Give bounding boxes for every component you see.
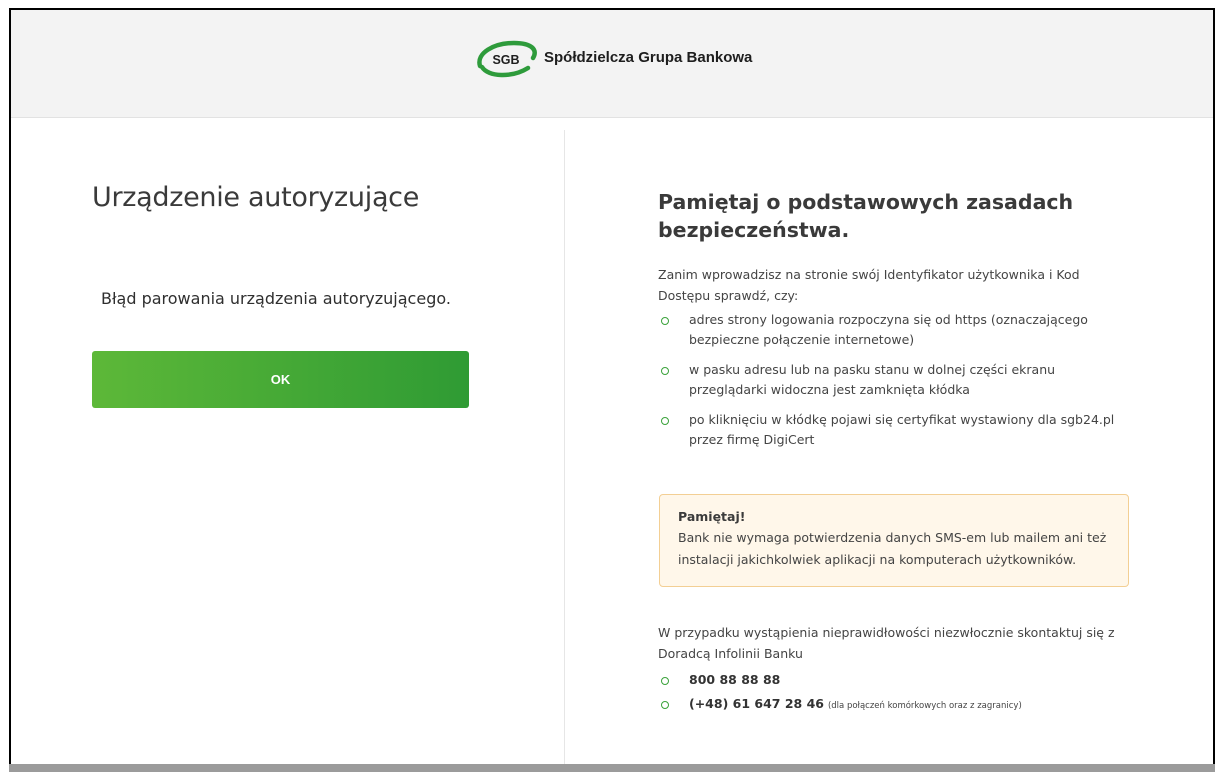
- notice-body: Bank nie wymaga potwierdzenia danych SMS…: [678, 530, 1107, 567]
- logo-abbr: SGB: [492, 53, 519, 67]
- contact-text: W przypadku wystąpienia nieprawidłowości…: [658, 625, 1115, 661]
- ok-button[interactable]: OK: [92, 351, 469, 408]
- brand-name: Spółdzielcza Grupa Bankowa: [544, 48, 753, 66]
- phone-item: 800 88 88 88: [658, 670, 1128, 689]
- page-title: Urządzenie autoryzujące: [92, 182, 420, 213]
- list-item-text: w pasku adresu lub na pasku stanu w doln…: [689, 362, 1056, 397]
- circle-bullet-icon: [661, 317, 669, 325]
- error-message: Błąd parowania urządzenia autoryzującego…: [101, 289, 451, 308]
- security-title: Pamiętaj o podstawowych zasadach bezpiec…: [658, 190, 1074, 242]
- bottom-bar: [9, 764, 1215, 772]
- list-item: adres strony logowania rozpoczyna się od…: [658, 310, 1118, 350]
- phone-list: 800 88 88 88 (+48) 61 647 28 46 (dla poł…: [658, 670, 1128, 716]
- list-item-text: adres strony logowania rozpoczyna się od…: [689, 312, 1088, 347]
- sgb-logo[interactable]: SGB Spółdzielcza Grupa Bankowa: [474, 37, 752, 81]
- security-intro: Zanim wprowadzisz na stronie swój Identy…: [658, 267, 1080, 303]
- list-item: po kliknięciu w kłódkę pojawi się certyf…: [658, 410, 1118, 450]
- phone-number: (+48) 61 647 28 46: [689, 696, 824, 711]
- circle-bullet-icon: [661, 417, 669, 425]
- contact-info: W przypadku wystąpienia nieprawidłowości…: [658, 622, 1128, 721]
- header: SGB Spółdzielcza Grupa Bankowa: [11, 10, 1213, 118]
- security-checklist: adres strony logowania rozpoczyna się od…: [658, 310, 1138, 450]
- reminder-notice: Pamiętaj! Bank nie wymaga potwierdzenia …: [659, 494, 1129, 587]
- list-item: w pasku adresu lub na pasku stanu w doln…: [658, 360, 1118, 400]
- column-divider: [564, 130, 565, 766]
- circle-bullet-icon: [661, 677, 669, 685]
- phone-item: (+48) 61 647 28 46 (dla połączeń komórko…: [658, 694, 1128, 716]
- list-item-text: po kliknięciu w kłódkę pojawi się certyf…: [689, 412, 1115, 447]
- security-info: Pamiętaj o podstawowych zasadach bezpiec…: [658, 188, 1138, 460]
- circle-bullet-icon: [661, 701, 669, 709]
- phone-note: (dla połączeń komórkowych oraz z zagrani…: [827, 701, 1022, 711]
- circle-bullet-icon: [661, 367, 669, 375]
- page-frame: SGB Spółdzielcza Grupa Bankowa Urządzeni…: [9, 8, 1215, 766]
- sgb-logo-icon: SGB: [477, 40, 537, 78]
- phone-number: 800 88 88 88: [689, 672, 781, 687]
- notice-title: Pamiętaj!: [678, 509, 746, 524]
